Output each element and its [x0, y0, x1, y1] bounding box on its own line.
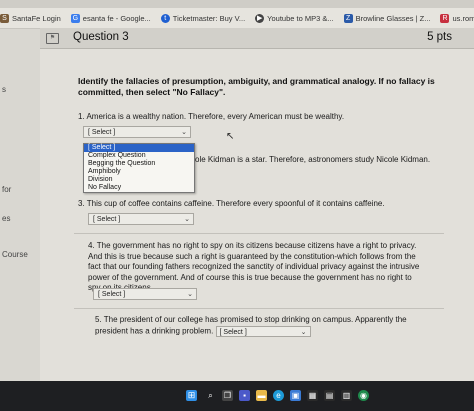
edge-icon[interactable]: e [273, 390, 284, 401]
select-value: [ Select ] [88, 129, 116, 136]
select-value: [ Select ] [219, 328, 247, 336]
chrome-icon[interactable]: ◉ [358, 390, 369, 401]
bookmark-label: us.romwe.com/Top... [452, 13, 474, 23]
taskbar: ⊞ ⌕ ❐ ▪ ▬ e ▣ ▦ ▤ ▥ ◉ [0, 381, 474, 411]
file-explorer-icon[interactable]: ▬ [256, 390, 267, 401]
mouse-cursor-icon: ↖ [226, 131, 235, 142]
dropdown-option-no-fallacy[interactable]: No Fallacy [84, 184, 194, 192]
question-header: ⚑ Question 3 5 pts [40, 28, 474, 49]
bookmark-label: esanta fe - Google... [82, 13, 151, 23]
bookmark-romwe[interactable]: R us.romwe.com/Top... [440, 13, 474, 23]
search-icon[interactable]: ⌕ [205, 390, 216, 401]
bookmark-google[interactable]: G esanta fe - Google... [70, 13, 151, 23]
question-item-3: 3. This cup of coffee contains caffeine.… [78, 199, 385, 208]
dropdown-option-division[interactable]: Division [84, 176, 194, 184]
bookmark-zenni[interactable]: Z Browline Glasses | Z... [343, 13, 431, 23]
sidebar-item-fragment[interactable]: for [2, 185, 11, 194]
sidebar-item-course[interactable]: Course [2, 250, 28, 259]
app-icon[interactable]: ▤ [324, 390, 335, 401]
question-body: Identify the fallacies of presumption, a… [40, 49, 474, 381]
sidebar-item-fragment[interactable]: s [2, 85, 6, 94]
sidebar-item-fragment[interactable]: es [2, 214, 10, 223]
bookmark-ticketmaster[interactable]: t Ticketmaster: Buy V... [160, 13, 246, 23]
question-instructions: Identify the fallacies of presumption, a… [78, 76, 435, 97]
answer-select-3[interactable]: [ Select ] ⌄ [88, 213, 194, 225]
dropdown-option-select[interactable]: [ Select ] [84, 144, 194, 152]
answer-select-4[interactable]: [ Select ] ⌄ [93, 288, 197, 300]
question-item-5: 5. The president of our college has prom… [95, 315, 427, 337]
bookmark-youtube-mp3[interactable]: ▶ Youtube to MP3 &... [255, 13, 334, 23]
question-title: Question 3 [73, 31, 129, 43]
flag-question-icon[interactable]: ⚑ [46, 33, 59, 44]
dropdown-option-amphiboly[interactable]: Amphiboly [84, 168, 194, 176]
question-points: 5 pts [427, 31, 452, 43]
windows-start-icon[interactable]: ⊞ [186, 390, 197, 401]
bookmark-label: Browline Glasses | Z... [355, 13, 431, 23]
question-item-1: 1. America is a wealthy nation. Therefor… [78, 112, 345, 121]
chevron-down-icon: ⌄ [187, 291, 193, 298]
select-value: [ Select ] [93, 216, 121, 223]
task-view-icon[interactable]: ❐ [222, 390, 233, 401]
answer-select-5[interactable]: [ Select ] ⌄ [215, 325, 311, 337]
question-item-4: 4. The government has no right to spy on… [88, 241, 420, 292]
select-value: [ Select ] [98, 291, 126, 298]
chevron-down-icon: ⌄ [181, 129, 187, 136]
teams-chat-icon[interactable]: ▪ [239, 390, 250, 401]
dropdown-option-begging-the-question[interactable]: Begging the Question [84, 160, 194, 168]
bookmark-label: Youtube to MP3 &... [267, 13, 334, 23]
bookmarks-bar: S SantaFe Login G esanta fe - Google... … [0, 8, 474, 29]
dropdown-option-complex-question[interactable]: Complex Question [84, 152, 194, 160]
divider [74, 308, 444, 309]
app-icon[interactable]: ▦ [307, 390, 318, 401]
question-item-2: ole Kidman is a star. Therefore, astrono… [195, 155, 431, 164]
answer-select-1[interactable]: [ Select ] ⌄ [83, 126, 191, 138]
romwe-icon: R [440, 13, 450, 23]
chevron-down-icon: ⌄ [184, 216, 190, 223]
screen: S SantaFe Login G esanta fe - Google... … [0, 0, 474, 411]
course-sidebar: s for es Course [0, 29, 40, 381]
zenni-icon: Z [343, 13, 353, 23]
youtube-mp3-icon: ▶ [255, 13, 265, 23]
app-icon[interactable]: ▥ [341, 390, 352, 401]
divider [74, 233, 444, 234]
ticketmaster-icon: t [160, 13, 170, 23]
bookmark-santafe[interactable]: S SantaFe Login [0, 13, 61, 23]
bookmark-label: Ticketmaster: Buy V... [172, 13, 246, 23]
sf-icon: S [0, 13, 9, 23]
bookmark-label: SantaFe Login [12, 13, 61, 23]
store-icon[interactable]: ▣ [290, 390, 301, 401]
chevron-down-icon: ⌄ [300, 328, 307, 336]
answer-dropdown-menu: [ Select ] Complex Question Begging the … [83, 143, 195, 193]
google-icon: G [70, 13, 80, 23]
